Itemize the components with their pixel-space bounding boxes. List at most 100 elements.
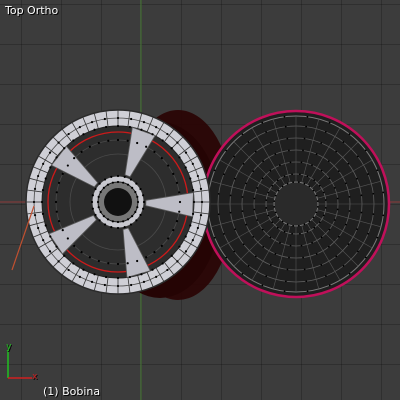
mesh-vertex bbox=[316, 205, 319, 208]
mesh-vertex bbox=[274, 211, 277, 214]
mesh-vertex bbox=[93, 128, 96, 131]
mesh-vertex bbox=[300, 244, 303, 247]
mesh-vertex bbox=[376, 169, 379, 172]
mesh-vertex bbox=[196, 226, 199, 230]
mesh-vertex bbox=[271, 184, 274, 187]
mesh-vertex bbox=[284, 280, 287, 283]
mesh-vertex bbox=[281, 185, 284, 188]
mesh-vertex bbox=[106, 183, 110, 186]
mesh-vertex bbox=[328, 228, 331, 231]
mesh-vertex bbox=[116, 226, 120, 230]
mesh-vertex bbox=[134, 190, 137, 194]
mesh-vertex bbox=[57, 260, 60, 263]
scene-canvas[interactable] bbox=[0, 0, 400, 400]
mesh-vertex bbox=[286, 137, 289, 140]
right-disc-mesh[interactable] bbox=[201, 109, 391, 299]
mesh-vertex bbox=[126, 218, 130, 221]
mesh-vertex bbox=[88, 145, 91, 148]
mesh-vertex bbox=[234, 228, 236, 231]
mesh-vertex bbox=[313, 179, 316, 182]
mesh-vertex bbox=[274, 253, 277, 255]
mesh-vertex bbox=[82, 133, 85, 136]
mesh-vertex bbox=[123, 226, 126, 229]
mesh-vertex bbox=[315, 153, 318, 155]
mesh-vertex bbox=[356, 155, 359, 158]
mesh-vertex bbox=[142, 121, 146, 124]
mesh-vertex bbox=[178, 156, 181, 159]
mesh-vertex bbox=[241, 133, 244, 136]
mesh-vertex bbox=[303, 182, 306, 185]
mesh-vertex bbox=[311, 164, 313, 167]
mesh-vertex bbox=[337, 235, 340, 238]
mesh-vertex bbox=[356, 228, 358, 231]
mesh-vertex bbox=[315, 252, 318, 255]
mesh-vertex bbox=[189, 177, 192, 180]
mesh-vertex bbox=[142, 207, 145, 210]
mesh-vertex bbox=[128, 125, 131, 129]
mesh-vertex bbox=[103, 117, 106, 121]
mesh-vertex bbox=[90, 280, 94, 283]
mesh-vertex bbox=[102, 215, 105, 218]
curve-handle[interactable] bbox=[11, 205, 35, 271]
mesh-vertex bbox=[126, 183, 130, 186]
mesh-vertex bbox=[265, 131, 267, 133]
mesh-vertex bbox=[297, 224, 300, 227]
mesh-vertex bbox=[55, 156, 58, 159]
mesh-vertex bbox=[241, 210, 244, 212]
mesh-vertex bbox=[327, 160, 330, 163]
mesh-vertex bbox=[376, 236, 379, 239]
mesh-vertex bbox=[48, 151, 52, 154]
mesh-vertex bbox=[242, 162, 245, 165]
mesh-vertex bbox=[129, 223, 133, 226]
mesh-vertex bbox=[178, 210, 181, 213]
mesh-vertex bbox=[302, 149, 304, 152]
mesh-vertex bbox=[170, 254, 173, 257]
mesh-vertex bbox=[55, 245, 58, 248]
mesh-vertex bbox=[166, 268, 169, 272]
mesh-vertex bbox=[345, 223, 347, 226]
mesh-vertex bbox=[199, 187, 203, 190]
mesh-vertex bbox=[360, 211, 363, 214]
mesh-vertex bbox=[277, 189, 280, 192]
mesh-vertex bbox=[97, 141, 100, 145]
mesh-vertex bbox=[54, 200, 58, 204]
left-wheel-mesh[interactable] bbox=[25, 109, 211, 295]
mesh-vertex bbox=[78, 275, 81, 278]
mesh-vertex bbox=[66, 164, 69, 167]
mesh-vertex bbox=[161, 139, 164, 142]
mesh-vertex bbox=[178, 200, 182, 204]
mesh-vertex bbox=[131, 186, 134, 189]
mesh-vertex bbox=[131, 215, 134, 218]
mesh-vertex bbox=[308, 220, 311, 223]
mesh-vertex bbox=[67, 132, 70, 136]
mesh-vertex bbox=[288, 256, 290, 259]
mesh-vertex bbox=[234, 177, 236, 180]
mesh-vertex bbox=[265, 275, 268, 277]
mesh-vertex bbox=[223, 233, 225, 235]
mesh-vertex bbox=[116, 138, 120, 142]
mesh-vertex bbox=[130, 117, 133, 121]
mesh-vertex bbox=[145, 256, 148, 259]
mesh-vertex bbox=[308, 185, 311, 188]
mesh-vertex bbox=[90, 200, 94, 204]
mesh-vertex bbox=[102, 186, 105, 189]
mesh-vertex bbox=[342, 264, 345, 267]
mesh-vertex bbox=[136, 200, 140, 204]
3d-viewport[interactable]: Top Ortho (1) Bobina y x bbox=[0, 0, 400, 400]
mesh-vertex bbox=[145, 145, 148, 148]
mesh-vertex bbox=[96, 200, 100, 204]
mesh-vertex bbox=[129, 178, 133, 181]
mesh-vertex bbox=[299, 232, 301, 235]
mesh-vertex bbox=[49, 166, 52, 169]
mesh-vertex bbox=[357, 250, 359, 253]
mesh-vertex bbox=[122, 181, 125, 184]
mesh-vertex bbox=[348, 210, 351, 212]
mesh-vertex bbox=[267, 191, 270, 194]
mesh-vertex bbox=[88, 256, 91, 259]
mesh-vertex bbox=[184, 250, 188, 253]
mesh-vertex bbox=[142, 200, 146, 204]
mesh-vertex bbox=[289, 244, 292, 247]
mesh-vertex bbox=[107, 262, 110, 265]
mesh-vertex bbox=[320, 169, 323, 172]
mesh-vertex bbox=[247, 265, 250, 267]
